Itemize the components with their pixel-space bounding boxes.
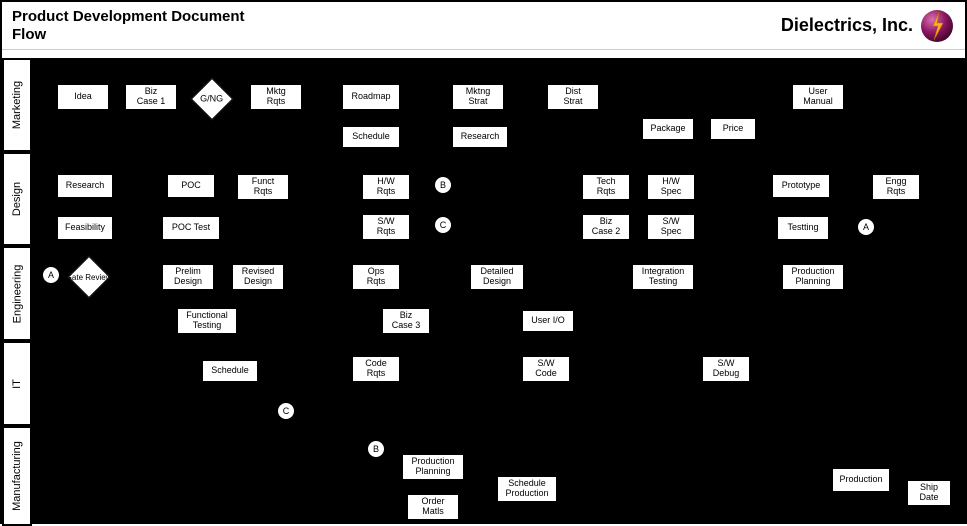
title-line-2: Flow bbox=[12, 26, 245, 44]
box-dist-strat: Dist Strat bbox=[547, 84, 599, 110]
page-title: Product Development Document Flow bbox=[12, 8, 245, 44]
swimlane-diagram: Marketing Design Engineering IT Manufact… bbox=[2, 58, 965, 522]
box-mktng-strat: Mktng Strat bbox=[452, 84, 504, 110]
lane-label-manufacturing: Manufacturing bbox=[2, 426, 32, 526]
box-production-planning-manufacturing: Production Planning bbox=[402, 454, 464, 480]
box-sw-spec: S/W Spec bbox=[647, 214, 695, 240]
box-production-planning-engineering: Production Planning bbox=[782, 264, 844, 290]
box-order-matls: Order Matls bbox=[407, 494, 459, 520]
box-schedule-marketing: Schedule bbox=[342, 126, 400, 148]
box-research-design: Research bbox=[57, 174, 113, 198]
lane-label-marketing: Marketing bbox=[2, 58, 32, 152]
box-testing-design: Testting bbox=[777, 216, 829, 240]
box-engg-rqts: Engg Rqts bbox=[872, 174, 920, 200]
box-revised-design: Revised Design bbox=[232, 264, 284, 290]
connector-c-design: C bbox=[434, 216, 452, 234]
box-production: Production bbox=[832, 468, 890, 492]
box-mktg-rqts: Mktg Rqts bbox=[250, 84, 302, 110]
header: Product Development Document Flow Dielec… bbox=[2, 2, 965, 50]
box-research-marketing: Research bbox=[452, 126, 508, 148]
lane-label-it: IT bbox=[2, 341, 32, 426]
lane-engineering: Engineering bbox=[2, 246, 965, 341]
box-schedule-production: Schedule Production bbox=[497, 476, 557, 502]
company-block: Dielectrics, Inc. bbox=[781, 8, 955, 44]
company-name: Dielectrics, Inc. bbox=[781, 15, 913, 36]
box-user-manual: User Manual bbox=[792, 84, 844, 110]
box-user-io: User I/O bbox=[522, 310, 574, 332]
box-biz-case-2: Biz Case 2 bbox=[582, 214, 630, 240]
box-schedule-it: Schedule bbox=[202, 360, 258, 382]
title-line-1: Product Development Document bbox=[12, 8, 245, 26]
box-sw-debug: S/W Debug bbox=[702, 356, 750, 382]
page: Product Development Document Flow Dielec… bbox=[0, 0, 967, 524]
box-biz-case-1: Biz Case 1 bbox=[125, 84, 177, 110]
lane-manufacturing: Manufacturing bbox=[2, 426, 965, 526]
lane-label-engineering: Engineering bbox=[2, 246, 32, 341]
lane-label-design: Design bbox=[2, 152, 32, 246]
box-biz-case-3: Biz Case 3 bbox=[382, 308, 430, 334]
box-integration-testing: Integration Testing bbox=[632, 264, 694, 290]
connector-a-design: A bbox=[857, 218, 875, 236]
box-code-rqts: Code Rqts bbox=[352, 356, 400, 382]
box-ship-date: Ship Date bbox=[907, 480, 951, 506]
box-funct-rqts: Funct Rqts bbox=[237, 174, 289, 200]
box-price: Price bbox=[710, 118, 756, 140]
box-feasibility: Feasibility bbox=[57, 216, 113, 240]
box-hw-rqts: H/W Rqts bbox=[362, 174, 410, 200]
box-prototype: Prototype bbox=[772, 174, 830, 198]
box-sw-code: S/W Code bbox=[522, 356, 570, 382]
connector-b-manufacturing: B bbox=[367, 440, 385, 458]
box-sw-rqts: S/W Rqts bbox=[362, 214, 410, 240]
box-tech-rqts: Tech Rqts bbox=[582, 174, 630, 200]
box-poc: POC bbox=[167, 174, 215, 198]
connector-c-it: C bbox=[277, 402, 295, 420]
box-detailed-design: Detailed Design bbox=[470, 264, 524, 290]
box-functional-testing: Functional Testing bbox=[177, 308, 237, 334]
box-prelim-design: Prelim Design bbox=[162, 264, 214, 290]
connector-b-design: B bbox=[434, 176, 452, 194]
box-idea: Idea bbox=[57, 84, 109, 110]
lane-it: IT bbox=[2, 341, 965, 426]
box-hw-spec: H/W Spec bbox=[647, 174, 695, 200]
company-logo-icon bbox=[919, 8, 955, 44]
box-ops-rqts: Ops Rqts bbox=[352, 264, 400, 290]
box-package: Package bbox=[642, 118, 694, 140]
box-roadmap: Roadmap bbox=[342, 84, 400, 110]
connector-a-engineering: A bbox=[42, 266, 60, 284]
box-poc-test: POC Test bbox=[162, 216, 220, 240]
